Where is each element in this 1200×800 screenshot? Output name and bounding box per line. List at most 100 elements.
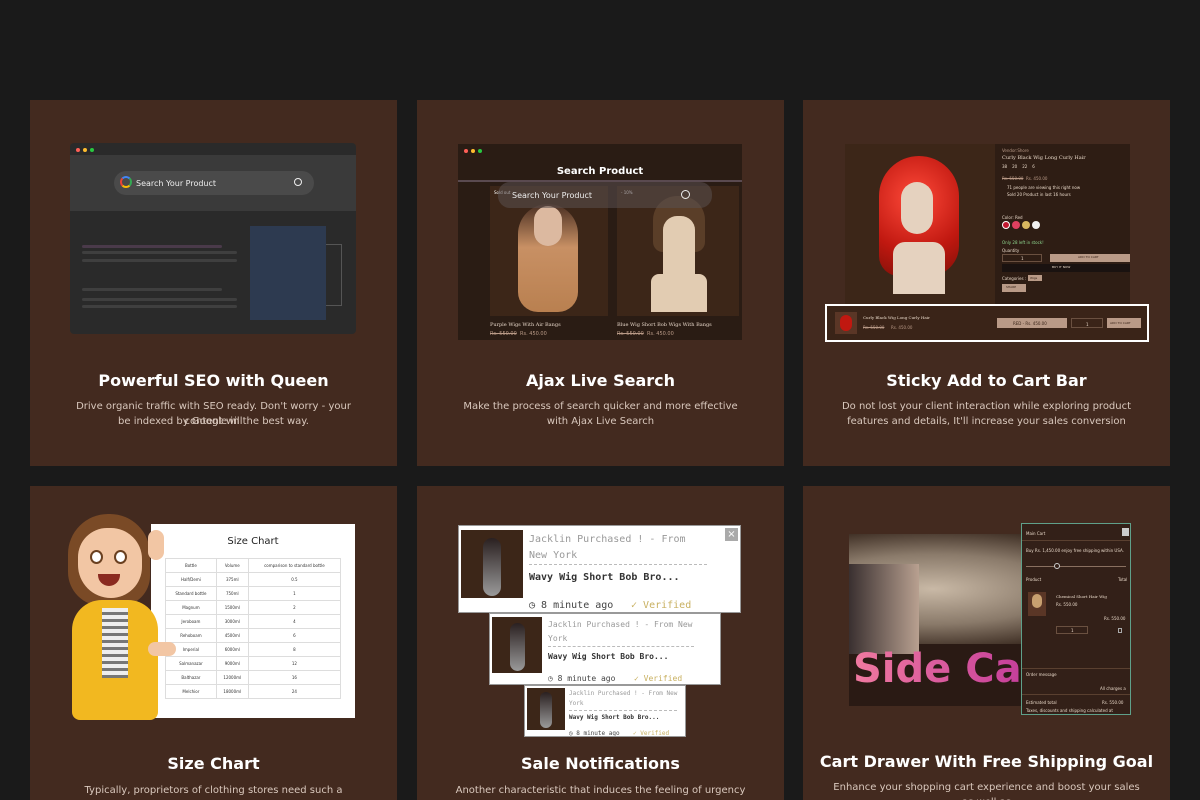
table-row: Imperial 6000ml 8 — [165, 642, 342, 657]
text-line — [82, 298, 237, 301]
bar-thumb — [835, 312, 857, 334]
card-title: Size Chart — [167, 754, 260, 773]
google-search-bar[interactable]: Search Your Product — [114, 171, 314, 195]
notif-verified: ✓ Verified — [631, 600, 692, 611]
notif-verified: ✓ Verified — [634, 674, 683, 683]
card-sticky-cart: Vendor:Shore Curly Black Wig Long Curly … — [803, 100, 1170, 466]
banner-text: Side Car — [853, 646, 1042, 692]
card-desc-line2: be indexed by Google in the best way. — [118, 416, 309, 427]
table-cell: 6 — [247, 628, 342, 643]
bar-product-name: Curly Black Wig Long Curly Hair — [863, 315, 930, 320]
drawer-close-button[interactable] — [1122, 528, 1129, 536]
character-hand — [148, 530, 164, 560]
clock-icon: ◷ — [548, 674, 558, 683]
countdown-cell: 22 — [1022, 164, 1028, 169]
stock-label: Only 28 left in stock! — [1002, 240, 1044, 245]
qty-stepper[interactable]: 1 — [1002, 254, 1042, 262]
trash-icon[interactable] — [1118, 628, 1122, 633]
color-swatches — [1002, 221, 1040, 229]
card-seo: Search Your Product Powerful SEO with Qu… — [30, 100, 397, 466]
mannequin-face — [663, 216, 695, 282]
cartoon-character — [68, 514, 188, 724]
cart-item-price: Rs. 550.00 — [1056, 602, 1078, 607]
qty-label: Quantity — [1002, 248, 1020, 253]
notif-product-image — [527, 688, 565, 730]
categories-label: Categories : — [1002, 276, 1027, 281]
table-cell: 3000ml — [215, 614, 249, 629]
mannequin-base — [651, 274, 707, 312]
table-row: Standard bottle 750ml 1 — [165, 586, 342, 601]
notif-buyer: Jacklin Purchased ! - From New York — [569, 690, 678, 707]
old-price: Rs. 550.00 — [1002, 176, 1024, 181]
notif-product: Wavy Wig Short Bob Bro... — [529, 572, 680, 583]
add-to-cart-button[interactable]: ADD TO CART — [1050, 254, 1130, 262]
estimated-total-value: Rs. 550.00 — [1102, 700, 1124, 705]
shipping-goal-msg: Buy Rs. 1,450.00 enjoy free shipping wit… — [1026, 548, 1124, 553]
product-price-2: Rs. 450.00 — [647, 331, 674, 337]
table-cell: 0.5 — [247, 572, 342, 587]
table-cell: 1500ml — [215, 600, 249, 615]
swatch-pink[interactable] — [1012, 221, 1020, 229]
sale-notification[interactable]: Jacklin Purchased ! - From New York Wavy… — [458, 525, 741, 613]
swatch-gold[interactable] — [1022, 221, 1030, 229]
notif-product-image — [492, 617, 542, 673]
search-input-overlay[interactable]: Search Your Product — [498, 182, 712, 208]
product-name-1: Purple Wigs With Air Bangs — [490, 322, 561, 328]
face-shape — [534, 206, 562, 246]
search-placeholder: Search Your Product — [512, 190, 593, 200]
character-pointing-hand — [148, 642, 176, 656]
table-row: Balthazar 12000ml 16 — [165, 670, 342, 685]
countdown-cell: 6 — [1032, 164, 1035, 169]
notif-verified: ✓ Verified — [633, 730, 670, 737]
vendor: Vendor:Shore — [1002, 148, 1029, 153]
countdown: 38 20 22 6 — [1002, 164, 1035, 169]
table-cell: 24 — [247, 684, 342, 699]
table-cell: 4 — [247, 614, 342, 629]
card-desc-line2: with Ajax Live Search — [546, 416, 655, 427]
table-row: Magnum 1500ml 2 — [165, 600, 342, 615]
notif-product: Wavy Wig Short Bob Bro... — [569, 714, 660, 721]
notif-product: Wavy Wig Short Bob Bro... — [548, 652, 669, 661]
search-header: Search Product — [556, 166, 644, 177]
order-message[interactable]: Order message — [1026, 672, 1057, 677]
card-desc-line1: Typically, proprietors of clothing store… — [84, 785, 343, 796]
table-cell: 1 — [247, 586, 342, 601]
swatch-white[interactable] — [1032, 221, 1040, 229]
card-cart-drawer: Side Car Main Cart Buy Rs. 1,450.00 enjo… — [803, 486, 1170, 800]
notif-product-image — [461, 530, 523, 598]
share-button[interactable]: SHARE — [1002, 284, 1026, 292]
col-total: Total — [1118, 577, 1128, 582]
shipping-progress — [1026, 566, 1126, 567]
check-icon: ✓ — [631, 600, 644, 611]
swatch-red[interactable] — [1002, 221, 1010, 229]
text-line — [82, 245, 222, 248]
sale-notification[interactable]: Jacklin Purchased ! - From New York Wavy… — [489, 613, 721, 685]
product-old-price-1: Rs. 550.00 — [490, 331, 517, 337]
size-chart-header: Volume — [215, 558, 249, 573]
browser-mock: Search Product Sold out - 10% Search You… — [458, 144, 742, 340]
search-icon — [681, 190, 690, 199]
size-chart-table: Bottle Volume comparison to standard bottl… — [165, 558, 342, 699]
notif-time: ◷ 8 minute ago — [548, 674, 616, 683]
card-size-chart: Size Chart Bottle Volume comparison to sta… — [30, 486, 397, 800]
notif-time: ◷ 8 minute ago — [569, 730, 620, 737]
estimated-total-label: Estimated total — [1026, 700, 1057, 705]
bar-old-price: Rs. 550.00 — [863, 325, 885, 330]
drawer-title: Main Cart — [1026, 531, 1046, 536]
card-desc-line1: Enhance your shopping cart experience an… — [833, 782, 1140, 800]
sale-notification[interactable]: Jacklin Purchased ! - From New York Wavy… — [524, 685, 686, 737]
card-desc-line1: Make the process of search quicker and m… — [463, 401, 738, 412]
card-desc-line1: Another characteristic that induces the … — [455, 785, 746, 796]
buy-now-button[interactable]: BUY IT NOW — [1002, 264, 1130, 272]
close-button[interactable]: × — [725, 528, 738, 541]
category-tag[interactable]: Wigs — [1028, 275, 1042, 281]
face-photo — [849, 564, 919, 654]
cart-qty-stepper[interactable]: 1 — [1056, 626, 1088, 634]
character-shirt — [102, 608, 128, 678]
taxes-note: Taxes, discounts and shipping calculated… — [1026, 708, 1113, 713]
bar-qty-stepper[interactable]: 1 — [1071, 318, 1103, 328]
card-title: Cart Drawer With Free Shipping Goal — [819, 752, 1154, 771]
variant-select[interactable]: RED - Rs. 450.00 — [997, 318, 1067, 328]
col-product: Product — [1026, 577, 1042, 582]
bar-add-to-cart-button[interactable]: ADD TO CART — [1107, 318, 1141, 328]
